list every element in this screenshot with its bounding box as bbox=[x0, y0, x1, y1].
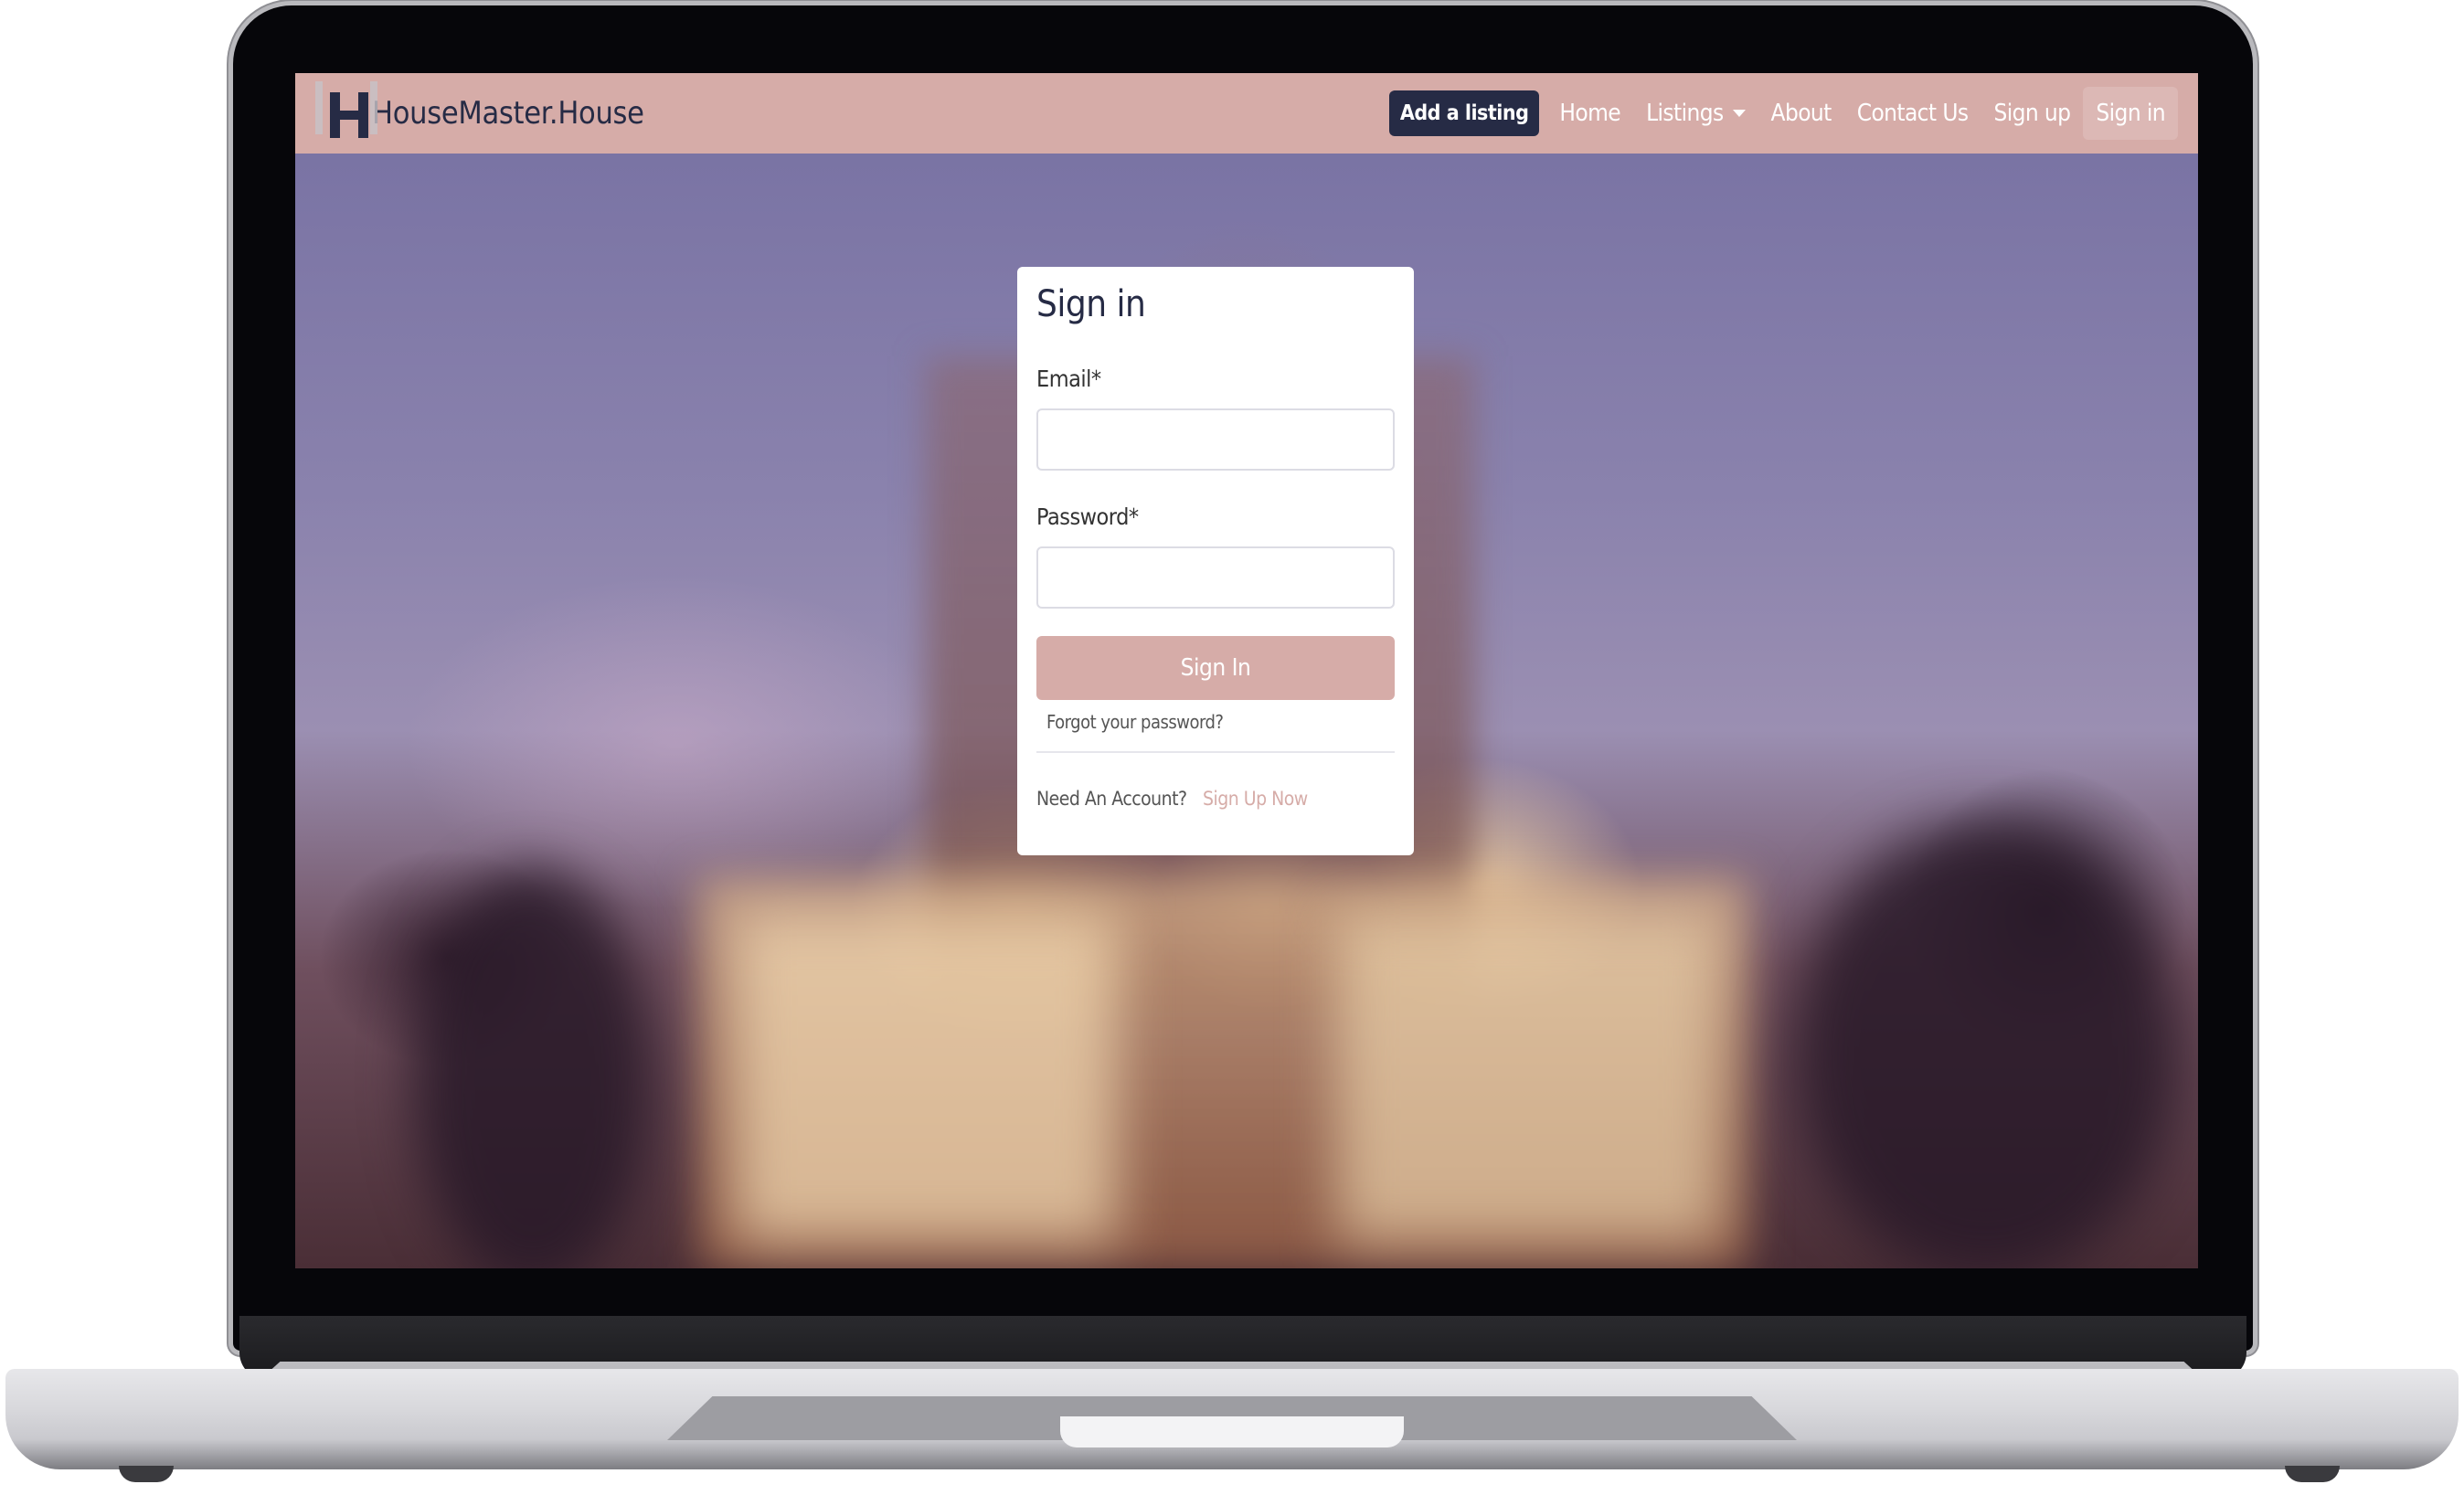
nav-link-home[interactable]: Home bbox=[1546, 87, 1633, 140]
password-input[interactable] bbox=[1036, 546, 1395, 609]
signup-prompt: Need An Account? Sign Up Now bbox=[1036, 788, 1395, 810]
laptop-notch bbox=[1060, 1416, 1404, 1447]
password-label: Password* bbox=[1036, 504, 1139, 530]
nav-link-label: Home bbox=[1559, 100, 1621, 127]
background-window-glow bbox=[734, 914, 1118, 1243]
top-navbar: HouseMaster.House Add a listing Home Lis… bbox=[295, 73, 2198, 154]
add-listing-button[interactable]: Add a listing bbox=[1388, 90, 1540, 136]
nav-dropdown-listings[interactable]: Listings bbox=[1633, 87, 1758, 140]
nav-link-label: About bbox=[1770, 100, 1832, 127]
nav-link-label: Sign in bbox=[2096, 100, 2165, 127]
laptop-screen: HouseMaster.House Add a listing Home Lis… bbox=[295, 73, 2198, 1268]
card-divider bbox=[1036, 751, 1395, 753]
nav-link-sign-up[interactable]: Sign up bbox=[1981, 87, 2083, 140]
nav-link-label: Contact Us bbox=[1856, 100, 1969, 127]
nav-link-about[interactable]: About bbox=[1758, 87, 1844, 140]
sign-in-card: Sign in Email* Password* Sign In Forgot … bbox=[1017, 267, 1414, 855]
forgot-password-link[interactable]: Forgot your password? bbox=[1046, 711, 1395, 733]
sign-in-title: Sign in bbox=[1036, 283, 1146, 325]
nav-link-label: Listings bbox=[1646, 100, 1724, 127]
email-input[interactable] bbox=[1036, 408, 1395, 471]
brand-home-link[interactable]: HouseMaster.House bbox=[315, 81, 644, 145]
nav-links: Add a listing Home Listings About Contac… bbox=[1388, 87, 2178, 140]
laptop-foot bbox=[2285, 1466, 2340, 1482]
background-window-glow bbox=[1337, 914, 1721, 1243]
background-tree bbox=[414, 868, 652, 1268]
nav-link-label: Sign up bbox=[1993, 100, 2071, 127]
caret-down-icon bbox=[1732, 110, 1746, 117]
email-label: Email* bbox=[1036, 366, 1101, 392]
nav-link-contact[interactable]: Contact Us bbox=[1844, 87, 1981, 140]
brand-name: HouseMaster.House bbox=[372, 95, 644, 132]
sign-in-submit-button[interactable]: Sign In bbox=[1036, 636, 1395, 700]
sign-up-now-link[interactable]: Sign Up Now bbox=[1203, 788, 1308, 810]
housemaster-h-logo-icon bbox=[315, 81, 377, 145]
laptop-foot bbox=[119, 1466, 174, 1482]
need-account-text: Need An Account? bbox=[1036, 788, 1187, 810]
background-tree bbox=[1794, 822, 2178, 1268]
nav-link-sign-in[interactable]: Sign in bbox=[2083, 87, 2178, 140]
